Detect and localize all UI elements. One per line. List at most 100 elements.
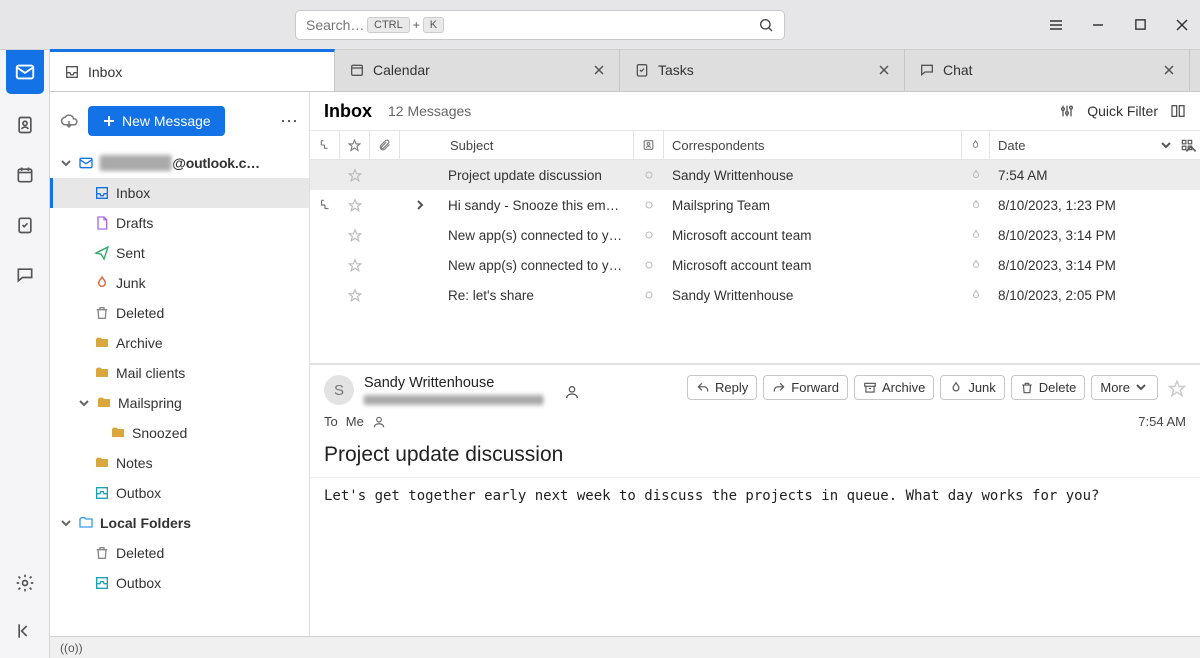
read-dot-icon[interactable] [634,160,664,190]
new-message-button[interactable]: New Message [88,106,225,136]
expand-icon[interactable] [400,250,440,280]
tab-inbox[interactable]: Inbox [50,49,335,91]
chevron-down-icon[interactable] [1160,139,1172,151]
tab-close-icon[interactable] [878,64,890,76]
more-menu-button[interactable]: ⋯ [280,111,299,132]
delete-button[interactable]: Delete [1011,375,1086,400]
folder-inbox[interactable]: Inbox [50,178,309,208]
col-star[interactable] [340,131,370,159]
get-messages-icon[interactable] [60,112,78,130]
star-icon[interactable] [340,280,370,310]
close-icon[interactable] [1174,17,1190,33]
star-icon[interactable] [340,250,370,280]
col-subject[interactable]: Subject [400,131,634,159]
message-row[interactable]: Re: let's shareSandy Writtenhouse8/10/20… [310,280,1200,310]
hamburger-icon[interactable] [1048,17,1064,33]
contact-card-icon[interactable] [564,384,580,400]
folder-local-deleted[interactable]: Deleted [50,538,309,568]
forward-button[interactable]: Forward [763,375,848,400]
thread-toggle-icon[interactable] [310,250,340,280]
thread-toggle-icon[interactable] [310,190,340,220]
folder-snoozed[interactable]: Snoozed [50,418,309,448]
expand-icon[interactable] [400,280,440,310]
tab-close-icon[interactable] [593,64,605,76]
folder-drafts[interactable]: Drafts [50,208,309,238]
read-dot-icon[interactable] [634,280,664,310]
sync-indicator[interactable]: ((o)) [60,641,83,655]
tab-chat[interactable]: Chat [905,49,1190,91]
thread-toggle-icon[interactable] [310,280,340,310]
folder-deleted[interactable]: Deleted [50,298,309,328]
column-picker-icon[interactable] [1180,138,1194,152]
maximize-icon[interactable] [1132,17,1148,33]
row-correspondent: Mailspring Team [664,190,962,220]
more-button[interactable]: More [1091,375,1158,400]
junk-button[interactable]: Junk [940,375,1004,400]
search-input[interactable] [306,17,366,33]
snooze-icon[interactable] [962,280,990,310]
display-options-icon[interactable] [1170,103,1186,119]
quick-filter-button[interactable]: Quick Filter [1087,103,1158,119]
folder-outbox[interactable]: Outbox [50,478,309,508]
sliders-icon[interactable] [1059,103,1075,119]
folder-archive[interactable]: Archive [50,328,309,358]
chevron-down-icon[interactable] [60,157,72,169]
account-row[interactable]: xxxxxxxxx@outlook.c… [50,148,309,178]
col-attachment[interactable] [370,131,400,159]
folder-sent[interactable]: Sent [50,238,309,268]
read-dot-icon[interactable] [634,250,664,280]
folder-notes[interactable]: Notes [50,448,309,478]
col-correspondents[interactable]: Correspondents [664,131,962,159]
global-search[interactable]: CTRL + K [295,10,785,40]
local-folders-row[interactable]: Local Folders [50,508,309,538]
folder-local-outbox[interactable]: Outbox [50,568,309,598]
col-snooze[interactable] [962,131,990,159]
tasks-space-button[interactable] [6,206,44,244]
expand-icon[interactable] [400,160,440,190]
star-icon[interactable] [340,190,370,220]
folder-junk[interactable]: Junk [50,268,309,298]
message-row[interactable]: Project update discussionSandy Writtenho… [310,160,1200,190]
chevron-down-icon[interactable] [78,397,90,409]
col-thread[interactable] [310,131,340,159]
tab-tasks[interactable]: Tasks [620,49,905,91]
archive-button[interactable]: Archive [854,375,934,400]
snooze-icon[interactable] [962,190,990,220]
tab-close-icon[interactable] [1163,64,1175,76]
message-row[interactable]: New app(s) connected to y…Microsoft acco… [310,250,1200,280]
contact-inline-icon[interactable] [372,415,386,429]
snooze-icon[interactable] [962,160,990,190]
tab-calendar[interactable]: Calendar [335,49,620,91]
trash-icon [94,305,110,321]
col-date[interactable]: Date [990,131,1200,159]
thread-toggle-icon[interactable] [310,160,340,190]
collapse-rail-button[interactable] [6,612,44,650]
chat-space-button[interactable] [6,256,44,294]
folder-mail-clients[interactable]: Mail clients [50,358,309,388]
folder-label: Deleted [116,545,164,561]
star-icon[interactable] [340,160,370,190]
address-book-space-button[interactable] [6,106,44,144]
reply-button[interactable]: Reply [687,375,757,400]
expand-icon[interactable] [400,190,440,220]
folder-mailspring[interactable]: Mailspring [50,388,309,418]
sent-icon [94,245,110,261]
expand-icon[interactable] [400,220,440,250]
chevron-down-icon[interactable] [60,517,72,529]
minimize-icon[interactable] [1090,17,1106,33]
mail-space-button[interactable] [6,50,44,94]
search-icon[interactable] [758,17,774,33]
snooze-icon[interactable] [962,250,990,280]
star-icon[interactable] [340,220,370,250]
snooze-icon[interactable] [962,220,990,250]
settings-button[interactable] [6,564,44,602]
col-contacts-icon[interactable] [634,131,664,159]
message-row[interactable]: New app(s) connected to y…Microsoft acco… [310,220,1200,250]
folder-pane: New Message ⋯ xxxxxxxxx@outlook.c… Inbox [50,92,310,636]
star-icon[interactable] [1168,379,1186,397]
thread-toggle-icon[interactable] [310,220,340,250]
calendar-space-button[interactable] [6,156,44,194]
message-row[interactable]: Hi sandy - Snooze this em…Mailspring Tea… [310,190,1200,220]
read-dot-icon[interactable] [634,190,664,220]
read-dot-icon[interactable] [634,220,664,250]
